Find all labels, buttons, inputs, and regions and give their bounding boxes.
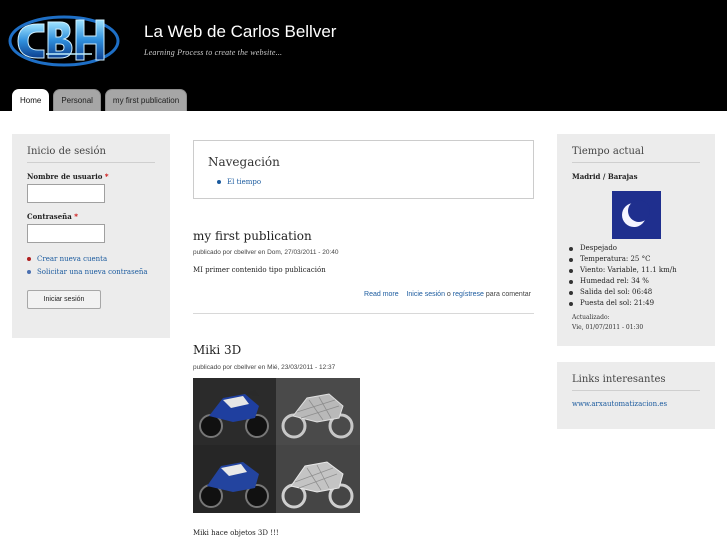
bullet-icon xyxy=(27,257,31,261)
bullet-icon xyxy=(27,270,31,274)
connector-text: o xyxy=(446,291,451,298)
links-block: Links interesantes www.arxautomatizacion… xyxy=(557,362,715,429)
login-link[interactable]: Inicie sesión xyxy=(406,291,445,298)
weather-location: Madrid / Barajas xyxy=(572,172,638,181)
node-body: Miki hace objetos 3D !!! xyxy=(193,529,279,537)
request-password-link[interactable]: Solicitar una nueva contraseña xyxy=(27,268,155,276)
site-slogan: Learning Process to create the website..… xyxy=(144,48,283,57)
weather-details: Despejado Temperatura: 25 °C Viento: Var… xyxy=(572,243,700,309)
weather-updated-label: Actualizado: xyxy=(572,314,610,321)
login-button[interactable]: Iniciar sesión xyxy=(27,290,101,309)
weather-updated-value: Vie, 01/07/2011 - 01:30 xyxy=(572,324,644,331)
tab-home[interactable]: Home xyxy=(12,89,50,111)
bullet-icon xyxy=(217,180,221,184)
weather-humidity: Humedad rel: 34 % xyxy=(572,276,700,287)
navigation-block: Navegación El tiempo xyxy=(193,140,534,199)
node-links: Read more Inicie sesión o regístrese par… xyxy=(364,291,531,298)
links-block-title: Links interesantes xyxy=(572,374,700,391)
username-label-text: Nombre de usuario xyxy=(27,172,103,181)
username-label: Nombre de usuario * xyxy=(27,172,155,181)
motorcycle-3d-image xyxy=(193,378,360,513)
required-mark: * xyxy=(104,172,109,181)
weather-sunrise: Salida del sol: 06:48 xyxy=(572,287,700,298)
node-title[interactable]: my first publication xyxy=(193,229,312,243)
weather-temperature: Temperatura: 25 °C xyxy=(572,254,700,265)
username-input[interactable] xyxy=(27,184,105,203)
login-block: Inicio de sesión Nombre de usuario * Con… xyxy=(12,134,170,338)
motorcycle-render-icon xyxy=(193,378,360,513)
create-account-link[interactable]: Crear nueva cuenta xyxy=(27,255,155,263)
site-logo[interactable] xyxy=(8,10,120,70)
weather-updated: Actualizado: Vie, 01/07/2011 - 01:30 xyxy=(572,313,700,333)
node-body: MI primer contenido tipo publicación xyxy=(193,266,326,274)
tab-my-first-publication[interactable]: my first publication xyxy=(104,89,188,111)
login-block-title: Inicio de sesión xyxy=(27,146,155,163)
navigation-title: Navegación xyxy=(208,155,280,169)
primary-tabs: Home Personal my first publication xyxy=(12,89,188,111)
tab-personal[interactable]: Personal xyxy=(53,89,101,111)
read-more-link[interactable]: Read more xyxy=(364,291,399,298)
login-links: Crear nueva cuenta Solicitar una nueva c… xyxy=(27,255,155,276)
password-label-text: Contraseña xyxy=(27,212,72,221)
cbh-logo-icon xyxy=(8,15,120,67)
required-mark: * xyxy=(74,212,78,221)
node-divider xyxy=(193,313,534,314)
weather-condition: Despejado xyxy=(572,243,700,254)
weather-block-title: Tiempo actual xyxy=(572,146,700,163)
register-link[interactable]: regístrese xyxy=(453,291,484,298)
nav-item-el-tiempo[interactable]: El tiempo xyxy=(208,178,519,186)
node-title[interactable]: Miki 3D xyxy=(193,343,241,357)
request-password-text[interactable]: Solicitar una nueva contraseña xyxy=(37,268,148,276)
site-header: La Web de Carlos Bellver Learning Proces… xyxy=(0,0,727,111)
comment-suffix: para comentar xyxy=(485,291,531,298)
site-name[interactable]: La Web de Carlos Bellver xyxy=(144,22,336,42)
nav-item-label[interactable]: El tiempo xyxy=(227,178,261,186)
password-input[interactable] xyxy=(27,224,105,243)
weather-block: Tiempo actual Madrid / Barajas Despejado… xyxy=(557,134,715,346)
create-account-text[interactable]: Crear nueva cuenta xyxy=(37,255,107,263)
weather-wind: Viento: Variable, 11.1 km/h xyxy=(572,265,700,276)
node-meta: publicado por cbellver en Dom, 27/03/201… xyxy=(193,249,339,256)
moon-clear-night-icon xyxy=(611,191,661,239)
node-meta: publicado por cbellver en Mié, 23/03/201… xyxy=(193,364,336,371)
moon-icon xyxy=(611,191,661,239)
password-label: Contraseña * xyxy=(27,212,155,221)
external-link-arxautomatizacion[interactable]: www.arxautomatizacion.es xyxy=(572,400,700,408)
weather-sunset: Puesta del sol: 21:49 xyxy=(572,298,700,309)
